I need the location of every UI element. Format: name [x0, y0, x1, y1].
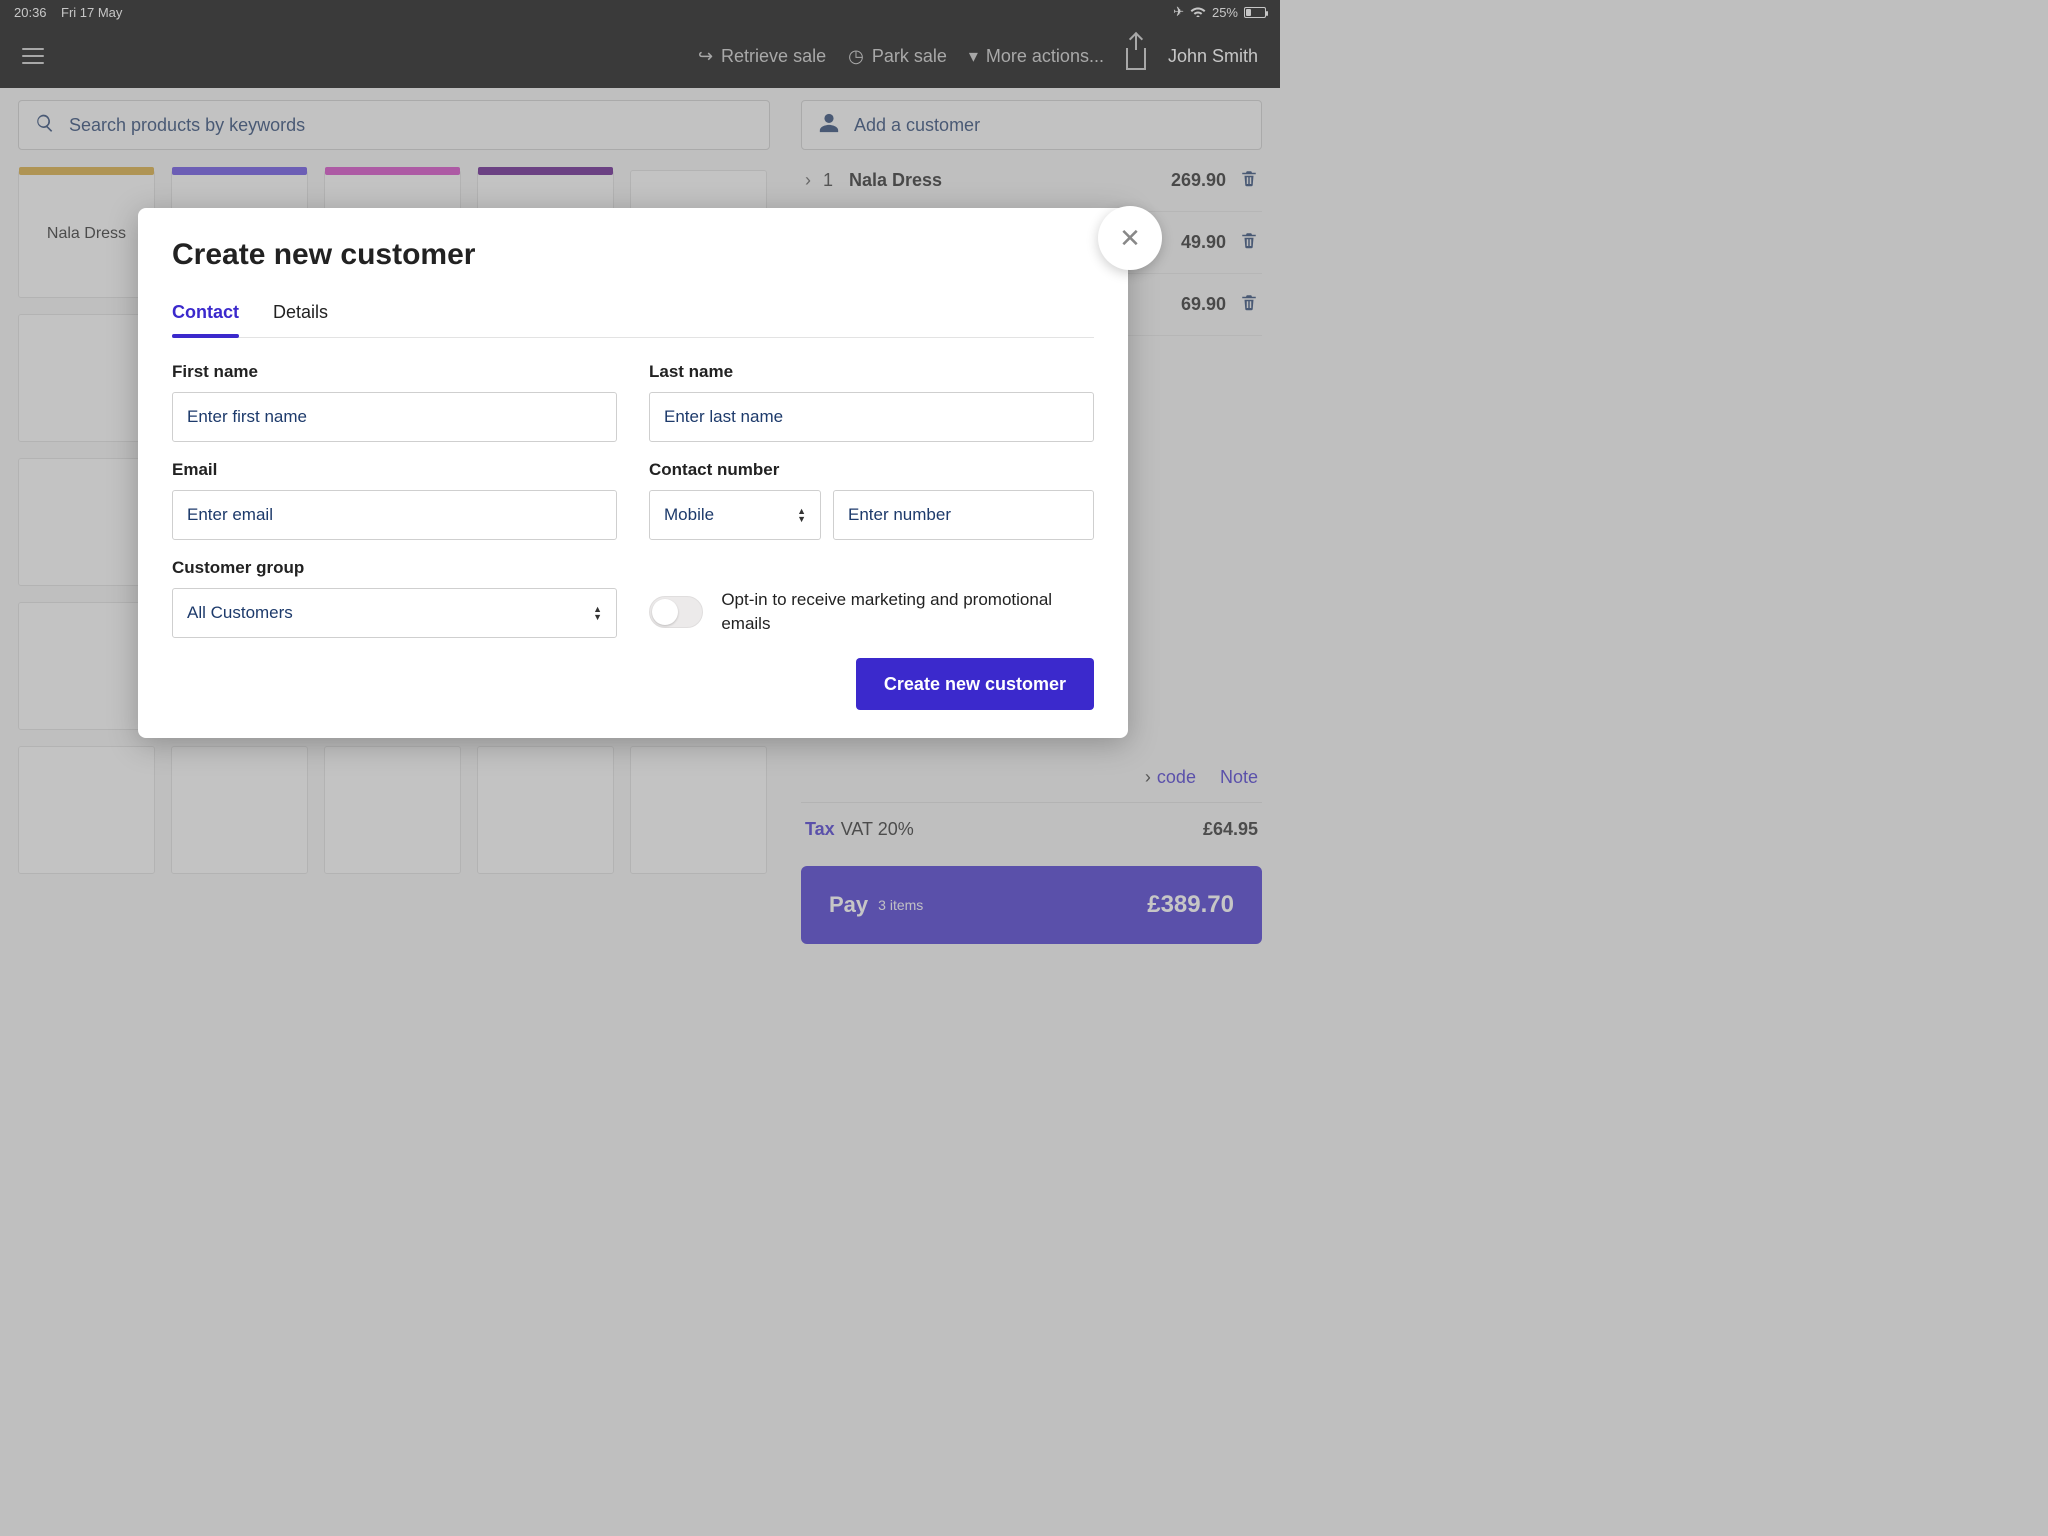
last-name-label: Last name [649, 362, 1094, 382]
contact-number-label: Contact number [649, 460, 1094, 480]
tab-contact[interactable]: Contact [172, 292, 239, 337]
marketing-optin-toggle[interactable] [649, 596, 703, 628]
first-name-label: First name [172, 362, 617, 382]
contact-type-value: Mobile [664, 505, 714, 525]
last-name-input[interactable] [649, 392, 1094, 442]
tab-details[interactable]: Details [273, 292, 328, 337]
stepper-icon: ▲▼ [593, 605, 602, 621]
contact-number-input[interactable] [833, 490, 1094, 540]
create-customer-button[interactable]: Create new customer [856, 658, 1094, 710]
customer-group-label: Customer group [172, 558, 617, 578]
create-customer-modal: ✕ Create new customer Contact Details Fi… [138, 208, 1128, 738]
close-icon: ✕ [1119, 223, 1141, 254]
first-name-input[interactable] [172, 392, 617, 442]
email-input[interactable] [172, 490, 617, 540]
modal-title: Create new customer [172, 238, 1094, 272]
marketing-optin-label: Opt-in to receive marketing and promotio… [721, 588, 1094, 636]
contact-type-select[interactable]: Mobile ▲▼ [649, 490, 821, 540]
close-button[interactable]: ✕ [1098, 206, 1162, 270]
customer-group-value: All Customers [187, 603, 293, 623]
customer-group-select[interactable]: All Customers ▲▼ [172, 588, 617, 638]
email-label: Email [172, 460, 617, 480]
stepper-icon: ▲▼ [797, 507, 806, 523]
